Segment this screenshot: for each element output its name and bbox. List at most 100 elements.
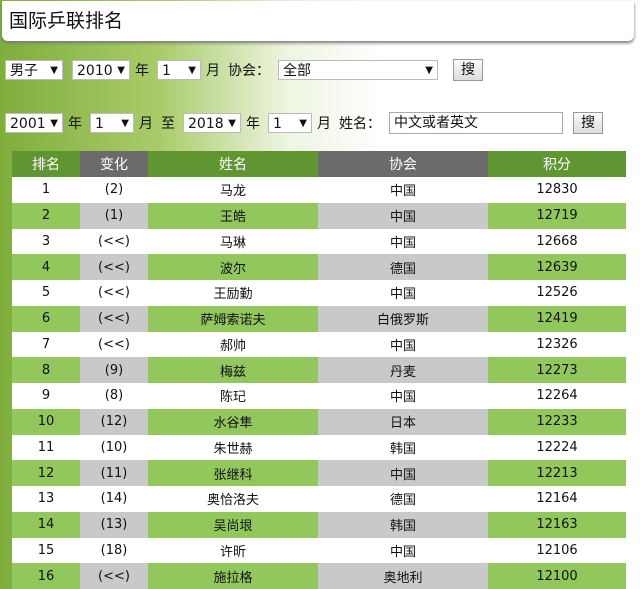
from-year-select[interactable]: 2001 ▼: [5, 113, 63, 133]
table-row: 12 (11) 张继科 中国 12213: [12, 460, 626, 486]
cell-change: (<<): [80, 280, 148, 306]
cell-rank: 14: [12, 511, 80, 538]
cell-association: 中国: [318, 383, 488, 409]
table-row: 3 (<<) 马琳 中国 12668: [12, 228, 626, 255]
cell-rank: 15: [12, 537, 80, 564]
cell-rank: 6: [12, 305, 80, 332]
cell-points: 12419: [488, 305, 626, 332]
table-header: 排名 变化 姓名 协会 积分: [12, 151, 626, 177]
table-row: 10 (12) 水谷隼 日本 12233: [12, 408, 626, 435]
year-value: 2010: [77, 63, 113, 79]
gender-value: 男子: [10, 63, 38, 79]
cell-points: 12106: [488, 537, 626, 564]
cell-association: 日本: [318, 408, 488, 435]
cell-name: 陈玘: [148, 383, 318, 409]
table-row: 1 (2) 马龙 中国 12830: [12, 177, 626, 203]
cell-association: 中国: [318, 460, 488, 486]
cell-points: 12224: [488, 434, 626, 461]
table-row: 9 (8) 陈玘 中国 12264: [12, 383, 626, 409]
cell-rank: 4: [12, 254, 80, 280]
cell-association: 中国: [318, 228, 488, 255]
cell-association: 韩国: [318, 511, 488, 538]
cell-points: 12526: [488, 280, 626, 306]
cell-change: (12): [80, 408, 148, 435]
cell-rank: 7: [12, 331, 80, 358]
from-year-value: 2001: [10, 116, 46, 132]
cell-change: (18): [80, 537, 148, 564]
cell-association: 德国: [318, 254, 488, 280]
month-select[interactable]: 1 ▼: [157, 60, 201, 80]
gender-select[interactable]: 男子 ▼: [5, 60, 63, 80]
table-row: 15 (18) 许昕 中国 12106: [12, 537, 626, 564]
chevron-down-icon: ▼: [117, 65, 125, 76]
name-label: 姓名：: [339, 116, 381, 132]
ranking-table: 排名 变化 姓名 协会 积分 1 (2) 马龙 中国 12830 2 (1) 王皓 中国 1271…: [12, 151, 626, 589]
cell-points: 12273: [488, 357, 626, 383]
chevron-down-icon: ▼: [121, 118, 129, 129]
table-row: 16 (<<) 施拉格 奥地利 12100: [12, 563, 626, 589]
cell-name: 波尔: [148, 254, 318, 280]
table-row: 6 (<<) 萨姆索诺夫 白俄罗斯 12419: [12, 305, 626, 332]
cell-name: 梅兹: [148, 357, 318, 383]
to-year-select[interactable]: 2018 ▼: [183, 113, 241, 133]
cell-rank: 1: [12, 177, 80, 203]
cell-points: 12233: [488, 408, 626, 435]
cell-rank: 11: [12, 434, 80, 461]
association-label: 协会：: [228, 63, 270, 79]
cell-change: (9): [80, 357, 148, 383]
month-value: 1: [162, 63, 171, 79]
to-month-select[interactable]: 1 ▼: [268, 113, 312, 133]
cell-association: 中国: [318, 280, 488, 306]
cell-association: 中国: [318, 331, 488, 358]
cell-change: (<<): [80, 254, 148, 280]
association-select[interactable]: 全部 ▼: [278, 60, 438, 80]
table-row: 4 (<<) 波尔 德国 12639: [12, 254, 626, 280]
cell-rank: 13: [12, 486, 80, 512]
year-label: 年: [135, 63, 149, 79]
cell-name: 马龙: [148, 177, 318, 203]
header-name: 姓名: [148, 151, 318, 177]
cell-association: 奥地利: [318, 563, 488, 589]
cell-points: 12830: [488, 177, 626, 203]
cell-change: (11): [80, 460, 148, 486]
search-button[interactable]: 搜: [453, 59, 483, 81]
cell-rank: 5: [12, 280, 80, 306]
year-label: 年: [68, 116, 82, 132]
cell-association: 丹麦: [318, 357, 488, 383]
cell-name: 王励勤: [148, 280, 318, 306]
table-row: 7 (<<) 郝帅 中国 12326: [12, 331, 626, 358]
cell-points: 12164: [488, 486, 626, 512]
chevron-down-icon: ▼: [50, 118, 58, 129]
cell-points: 12163: [488, 511, 626, 538]
cell-change: (<<): [80, 305, 148, 332]
page-title: 国际乒联排名: [2, 1, 634, 41]
cell-name: 马琳: [148, 228, 318, 255]
cell-name: 吴尚垠: [148, 511, 318, 538]
name-input[interactable]: 中文或者英文: [389, 112, 563, 134]
header-rank: 排名: [12, 151, 80, 177]
cell-change: (8): [80, 383, 148, 409]
cell-change: (1): [80, 202, 148, 229]
cell-points: 12100: [488, 563, 626, 589]
chevron-down-icon: ▼: [228, 118, 236, 129]
cell-name: 许昕: [148, 537, 318, 564]
from-month-select[interactable]: 1 ▼: [90, 113, 134, 133]
to-year-value: 2018: [188, 116, 224, 132]
cell-association: 中国: [318, 537, 488, 564]
chevron-down-icon: ▼: [50, 65, 58, 76]
cell-association: 中国: [318, 202, 488, 229]
cell-points: 12264: [488, 383, 626, 409]
cell-name: 王皓: [148, 202, 318, 229]
header-change: 变化: [80, 151, 148, 177]
cell-association: 中国: [318, 177, 488, 203]
year-select[interactable]: 2010 ▼: [72, 60, 130, 80]
header-points: 积分: [488, 151, 626, 177]
table-row: 8 (9) 梅兹 丹麦 12273: [12, 357, 626, 383]
cell-change: (10): [80, 434, 148, 461]
chevron-down-icon: ▼: [425, 65, 433, 76]
filter-row-2: 2001 ▼ 年 1 ▼ 月 至 2018 ▼ 年 1 ▼ 月 姓名： 中文或者英文 搜: [5, 112, 603, 134]
header-association: 协会: [318, 151, 488, 177]
table-row: 13 (14) 奥恰洛夫 德国 12164: [12, 486, 626, 512]
cell-name: 水谷隼: [148, 408, 318, 435]
search-button[interactable]: 搜: [573, 112, 603, 134]
